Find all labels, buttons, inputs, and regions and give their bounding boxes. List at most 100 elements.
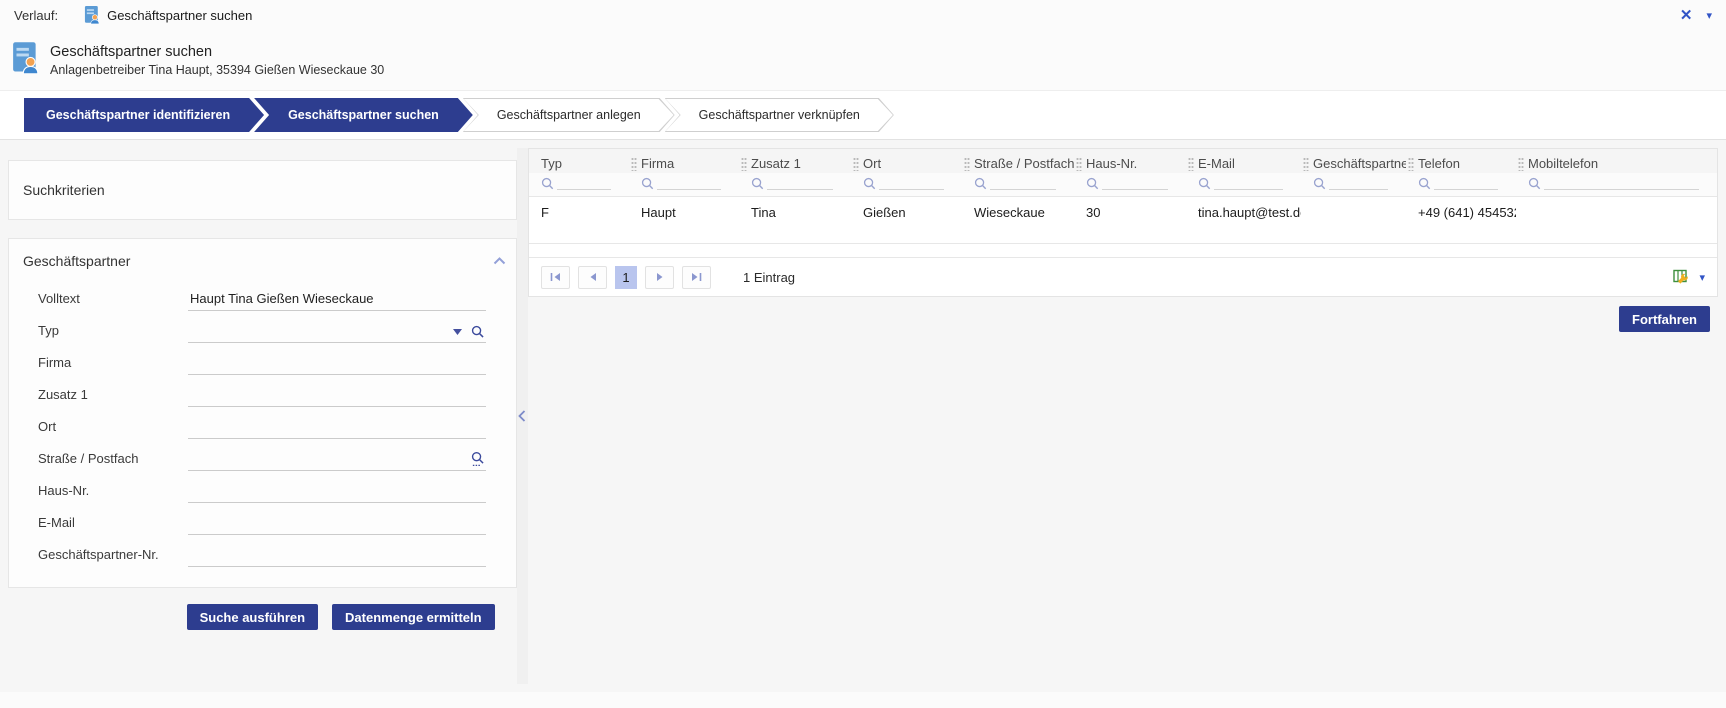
column-header[interactable]: Haus-Nr. xyxy=(1074,149,1186,173)
cell-hausnr: 30 xyxy=(1074,196,1186,228)
last-page-button[interactable] xyxy=(682,266,711,289)
header-text: Geschäftspartner suchen Anlagenbetreiber… xyxy=(50,44,384,77)
geschaeftspartner-nr-input[interactable] xyxy=(188,542,486,566)
filter-cell xyxy=(1516,173,1717,196)
suchkriterien-card: Suchkriterien xyxy=(8,160,517,220)
field-label: E-Mail xyxy=(38,515,188,535)
table-spacer xyxy=(529,244,1717,257)
column-filter-input[interactable] xyxy=(1329,174,1388,190)
filter-search-icon xyxy=(541,177,554,190)
filter-cell xyxy=(1074,173,1186,196)
chevron-down-icon[interactable]: ▾ xyxy=(1699,271,1705,284)
field-label: Haus-Nr. xyxy=(38,483,188,503)
cell-zusatz1: Tina xyxy=(739,196,851,228)
volltext-input[interactable] xyxy=(188,286,486,310)
column-header[interactable]: Straße / Postfach xyxy=(962,149,1074,173)
hausnr-input[interactable] xyxy=(188,478,486,502)
table-filler-row xyxy=(529,228,1717,244)
filter-cell xyxy=(629,173,739,196)
fortfahren-button[interactable]: Fortfahren xyxy=(1619,306,1710,332)
close-icon[interactable]: ✕ xyxy=(1680,6,1693,24)
previous-page-button[interactable] xyxy=(578,266,607,289)
field-label: Straße / Postfach xyxy=(38,451,188,471)
business-partner-book-icon xyxy=(84,6,100,24)
column-filter-input[interactable] xyxy=(557,174,611,190)
app-header: Geschäftspartner suchen Anlagenbetreiber… xyxy=(0,30,1726,90)
filter-cell xyxy=(1301,173,1406,196)
wizard-step-suchen[interactable]: Geschäftspartner suchen xyxy=(254,98,473,132)
field-label: Zusatz 1 xyxy=(38,387,188,407)
column-header[interactable]: Typ xyxy=(529,149,629,173)
cell-gpnr xyxy=(1301,196,1406,228)
history-label: Verlauf: xyxy=(14,8,58,23)
cell-strasse: Wieseckaue xyxy=(962,196,1074,228)
column-filter-input[interactable] xyxy=(1102,174,1168,190)
column-header[interactable]: Ort xyxy=(851,149,962,173)
current-page-button[interactable]: 1 xyxy=(615,266,637,289)
next-page-button[interactable] xyxy=(645,266,674,289)
continue-row: Fortfahren xyxy=(528,306,1718,332)
wizard-step-verknuepfen[interactable]: Geschäftspartner verknüpfen xyxy=(665,98,894,132)
first-page-button[interactable] xyxy=(541,266,570,289)
value-help-search-icon[interactable] xyxy=(471,325,484,338)
field-label: Volltext xyxy=(38,291,188,311)
ort-input[interactable] xyxy=(188,414,486,438)
suche-ausfuehren-button[interactable]: Suche ausführen xyxy=(187,604,318,630)
results-panel: Typ Firma Zusatz 1 Ort Straße / Postfach… xyxy=(528,148,1718,684)
filter-cell xyxy=(962,173,1074,196)
table-row[interactable]: F Haupt Tina Gießen Wieseckaue 30 tina.h… xyxy=(529,196,1717,228)
strasse-input[interactable] xyxy=(188,446,486,470)
history-bar: Verlauf: Geschäftspartner suchen ✕ ▾ xyxy=(0,0,1726,30)
history-item-label: Geschäftspartner suchen xyxy=(107,8,252,23)
collapse-section-icon[interactable] xyxy=(493,257,506,265)
page-subtitle: Anlagenbetreiber Tina Haupt, 35394 Gieße… xyxy=(50,63,384,77)
field-label: Firma xyxy=(38,355,188,375)
form-row-volltext: Volltext xyxy=(9,279,516,311)
filter-search-icon xyxy=(1528,177,1541,190)
form-row-gpnr: Geschäftspartner-Nr. xyxy=(9,535,516,567)
column-filter-input[interactable] xyxy=(1544,174,1699,190)
filter-search-icon xyxy=(751,177,764,190)
column-filter-input[interactable] xyxy=(990,174,1056,190)
results-table: Typ Firma Zusatz 1 Ort Straße / Postfach… xyxy=(528,148,1718,297)
column-filter-input[interactable] xyxy=(767,174,833,190)
column-header[interactable]: Telefon xyxy=(1406,149,1516,173)
form-row-strasse: Straße / Postfach xyxy=(9,439,516,471)
filter-cell xyxy=(739,173,851,196)
column-filter-input[interactable] xyxy=(1434,174,1498,190)
datenmenge-ermitteln-button[interactable]: Datenmenge ermitteln xyxy=(332,604,495,630)
firma-input[interactable] xyxy=(188,350,486,374)
panel-splitter[interactable] xyxy=(517,148,528,684)
column-header[interactable]: Geschäftspartner.. xyxy=(1301,149,1406,173)
search-buttons-row: Suche ausführen Datenmenge ermitteln xyxy=(8,604,517,630)
typ-input[interactable] xyxy=(188,318,486,342)
field-label: Geschäftspartner-Nr. xyxy=(38,547,188,567)
wizard-step-identifizieren[interactable]: Geschäftspartner identifizieren xyxy=(24,98,264,132)
form-row-firma: Firma xyxy=(9,343,516,375)
column-header[interactable]: Zusatz 1 xyxy=(739,149,851,173)
table-personalize-icon[interactable] xyxy=(1673,269,1690,286)
dropdown-caret-icon[interactable] xyxy=(453,329,462,335)
suchkriterien-title: Suchkriterien xyxy=(23,182,105,198)
main-area: Suchkriterien Geschäftspartner Volltext … xyxy=(0,140,1726,692)
column-filter-input[interactable] xyxy=(657,174,721,190)
results-header-row: Typ Firma Zusatz 1 Ort Straße / Postfach… xyxy=(529,149,1717,173)
cell-email: tina.haupt@test.de xyxy=(1186,196,1301,228)
column-header[interactable]: Mobiltelefon xyxy=(1516,149,1717,173)
cell-firma: Haupt xyxy=(629,196,739,228)
filter-search-icon xyxy=(1418,177,1431,190)
column-filter-input[interactable] xyxy=(1214,174,1283,190)
wizard-step-anlegen[interactable]: Geschäftspartner anlegen xyxy=(463,98,675,132)
value-help-search-icon[interactable] xyxy=(471,451,484,466)
chevron-down-icon[interactable]: ▾ xyxy=(1706,9,1712,22)
zusatz1-input[interactable] xyxy=(188,382,486,406)
page-title: Geschäftspartner suchen xyxy=(50,44,384,60)
field-label: Ort xyxy=(38,419,188,439)
column-header[interactable]: Firma xyxy=(629,149,739,173)
group-title: Geschäftspartner xyxy=(23,253,130,269)
column-filter-input[interactable] xyxy=(879,174,944,190)
column-header[interactable]: E-Mail xyxy=(1186,149,1301,173)
business-partner-book-icon-large xyxy=(12,42,39,79)
email-input[interactable] xyxy=(188,510,486,534)
history-item-geschaeftspartner-suchen[interactable]: Geschäftspartner suchen xyxy=(84,6,252,24)
